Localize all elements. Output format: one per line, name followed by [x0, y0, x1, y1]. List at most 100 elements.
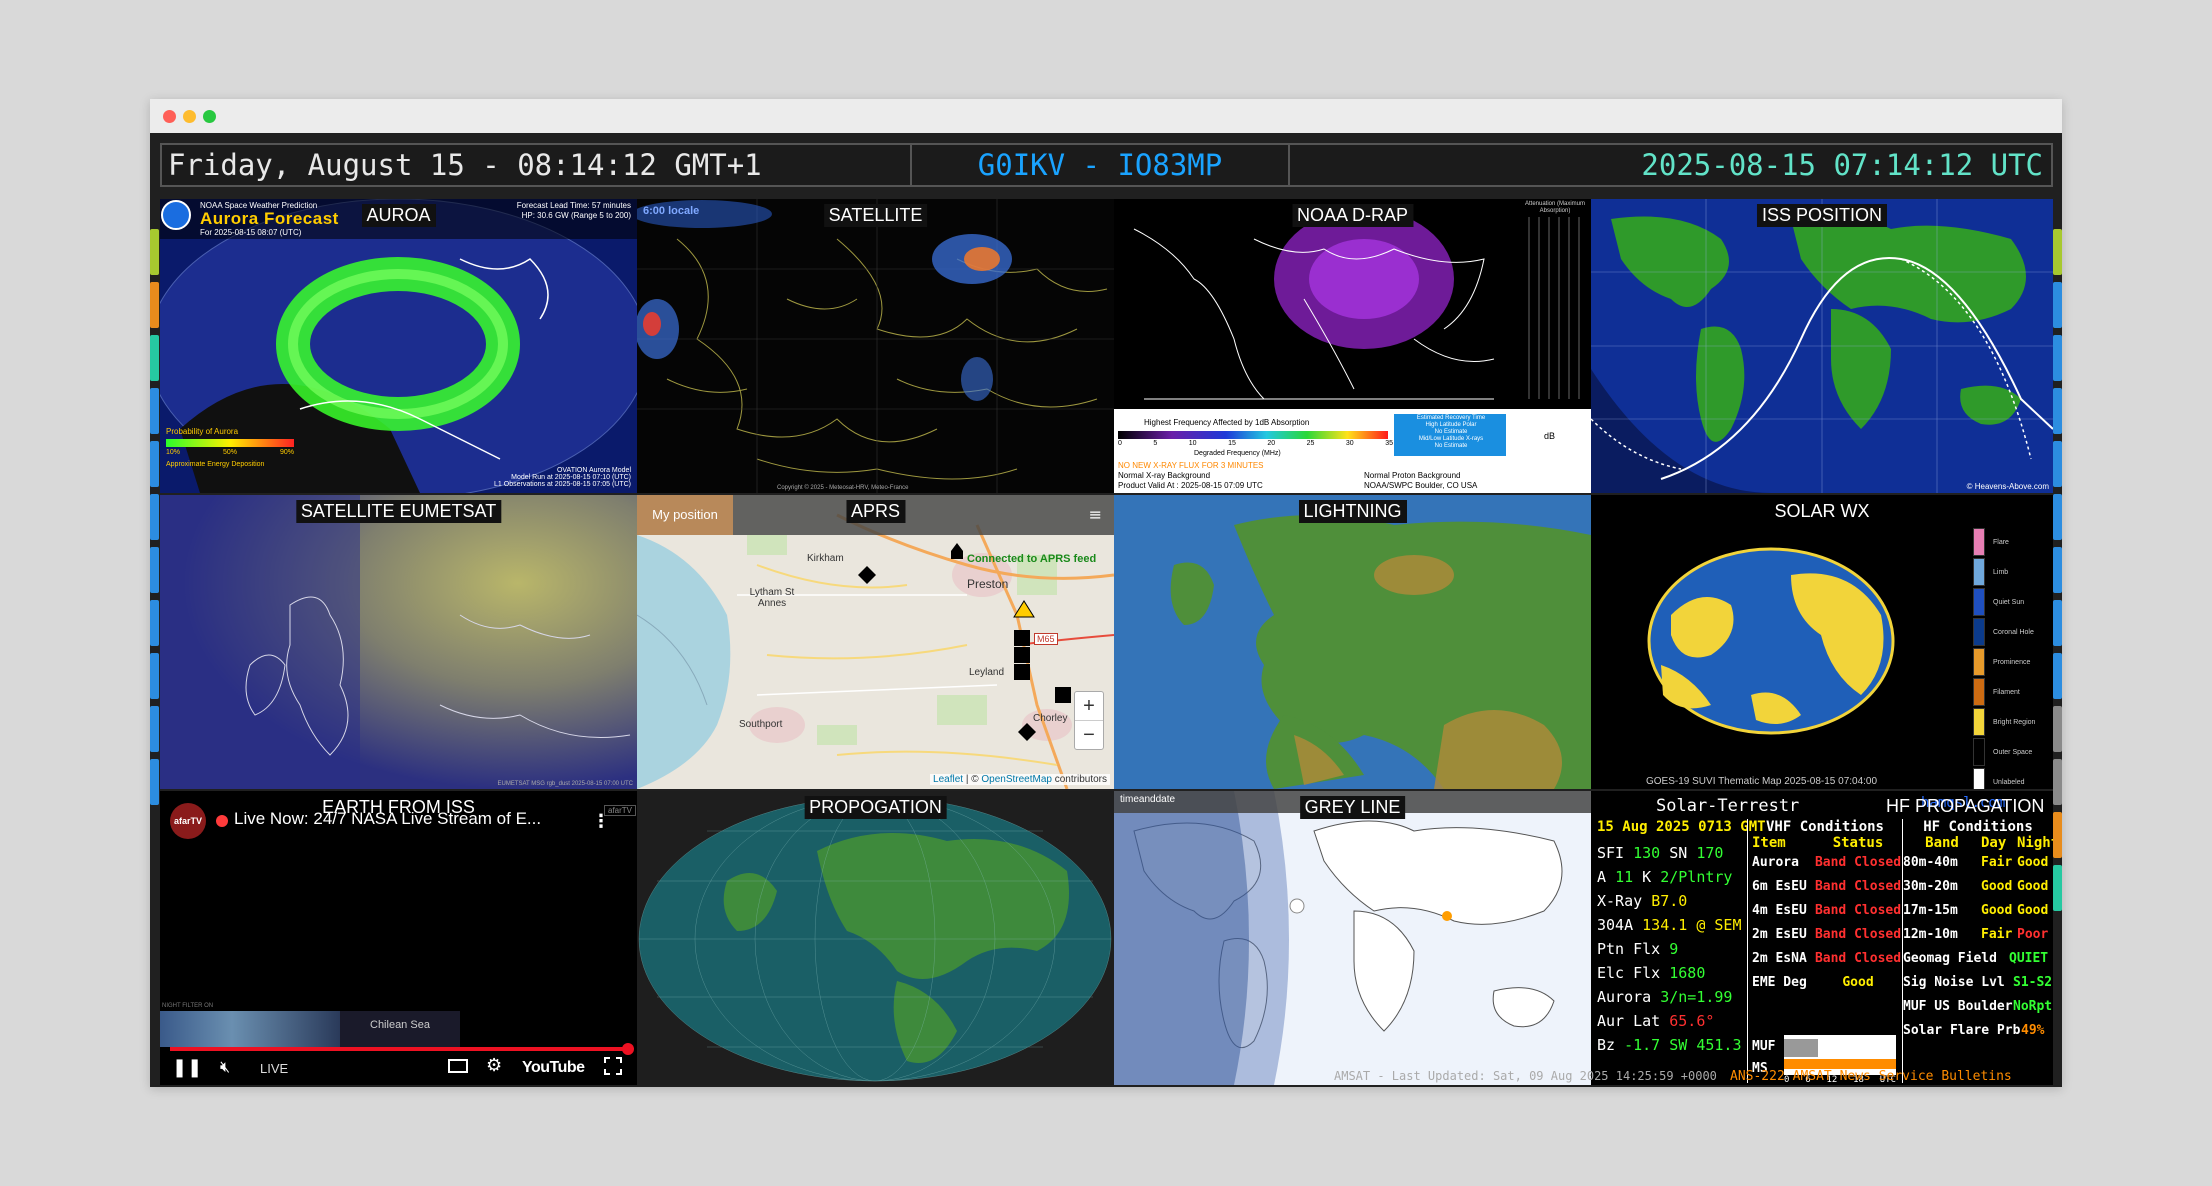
aurora-energy: Approximate Energy Deposition [166, 461, 265, 468]
left-accent-bar [150, 388, 159, 434]
town-label: Lytham St Annes [749, 587, 795, 609]
solar-data-value: 134.1 @ SEM [1642, 916, 1742, 934]
settings-gear-icon[interactable]: ⚙ [486, 1055, 502, 1076]
signoise-label: Sig Noise Lvl [1903, 975, 2005, 990]
subtitles-icon[interactable] [448, 1059, 468, 1073]
right-accent-bar [2053, 759, 2062, 805]
solar-data-value: 11 [1615, 868, 1643, 886]
aurora-prob-title: Probability of Aurora [166, 427, 239, 436]
tile-label: SATELLITE EUMETSAT [295, 500, 502, 523]
minimize-window-button[interactable] [183, 110, 196, 123]
solar-data-value: 1680 [1669, 964, 1706, 982]
night-filter-hint: NIGHT FILTER ON [162, 1003, 214, 1009]
solar-legend-item: Filament [1973, 677, 2053, 707]
vhf-row: 2m EsEU Band Closed [1748, 923, 1902, 947]
vhf-header: Item Status [1748, 835, 1902, 851]
right-accent-bar [2053, 865, 2062, 911]
drap-xray-bg: Normal X-ray Background [1118, 471, 1211, 480]
solar-legend-item: Limb [1973, 557, 2053, 587]
right-accent-bar [2053, 653, 2062, 699]
solar-data-label: 304A [1597, 916, 1643, 934]
vhf-row: 6m EsEU Band Closed [1748, 875, 1902, 899]
callsign-locator: G0IKV - IO83MP [910, 145, 1290, 185]
geomag-label: Geomag Field [1903, 951, 1997, 966]
my-position-button[interactable]: My position [637, 495, 733, 535]
solar-data-value: 3/n=1.99 [1660, 988, 1733, 1006]
tile-solar-wx[interactable]: SOLAR WX Flare Limb Quiet Sun Coronal Hole P… [1591, 495, 2053, 789]
attribution-separator: | © [963, 774, 982, 785]
tile-aurora[interactable]: AUROA NOAA Space Weather Prediction Auro… [160, 199, 637, 493]
left-accent-bar [150, 282, 159, 328]
legend-swatch [1973, 588, 1985, 616]
zoom-out-button[interactable]: − [1075, 721, 1103, 749]
aurora-model-run: Model Run at 2025-08-15 07:10 (UTC) [511, 474, 631, 481]
greyline-map [1114, 791, 1591, 1085]
zoom-in-button[interactable]: + [1075, 692, 1103, 721]
osm-link[interactable]: OpenStreetMap [981, 774, 1052, 785]
muf-boulder-label: MUF US Boulder [1903, 999, 2013, 1014]
tile-label: AUROA [361, 204, 436, 227]
tile-hf-propagation[interactable]: HF PROPAGATION Solar-Terrestr hamqsl.com… [1591, 791, 2053, 1085]
tile-propagation[interactable]: PROPOGATION [637, 791, 1114, 1085]
tile-satellite-eumetsat[interactable]: SATELLITE EUMETSAT EUMETSAT MSG rgb_dust… [160, 495, 637, 789]
tile-iss-position[interactable]: ISS POSITION © Heavens-Above.com [1591, 199, 2053, 493]
close-window-button[interactable] [163, 110, 176, 123]
video-progress-bar[interactable] [170, 1047, 630, 1051]
tile-grey-line[interactable]: timeanddate GREY LINE [1114, 791, 1591, 1085]
muf-boulder-row: MUF US Boulder NoRpt [1903, 995, 2053, 1019]
tile-aprs[interactable]: My position APRS ≡ Connected to APRS fee… [637, 495, 1114, 789]
mute-icon[interactable]: 🔇︎ [220, 1057, 230, 1077]
fullscreen-icon[interactable] [604, 1057, 622, 1075]
lightning-map [1114, 495, 1591, 789]
tile-label: PROPOGATION [804, 796, 947, 819]
tile-earth-from-iss[interactable]: EARTH FROM ISS afarTV Live Now: 24/7 NAS… [160, 791, 637, 1085]
tile-noaa-drap[interactable]: NOAA D-RAP Attenuation (Maximum Absorpti… [1114, 199, 1591, 493]
legend-swatch [1973, 768, 1985, 789]
aurora-prob-ticks: 10% 50% 90% [166, 449, 294, 456]
tile-label: GREY LINE [1299, 796, 1406, 819]
tile-satellite[interactable]: SATELLITE 6:00 locale Copyright © 2025 -… [637, 199, 1114, 493]
satellite-map [637, 199, 1114, 493]
aprs-menu-icon[interactable]: ≡ [1089, 505, 1102, 524]
solar-data-list: SFI 130 SN 170 A 11 K 2/Plntry X-Ray B7.… [1597, 841, 1747, 1057]
aprs-connection-status: Connected to APRS feed [967, 553, 1097, 565]
solar-data-row: Bz -1.7 SW 451.3 [1597, 1033, 1747, 1057]
channel-watermark: afarTV [604, 805, 637, 816]
drap-db-unit: dB [1544, 431, 1556, 441]
youtube-logo[interactable]: YouTube [522, 1059, 585, 1077]
vhf-status: Band Closed [1814, 855, 1902, 870]
aurora-title: Aurora Forecast [200, 209, 339, 228]
thumbnail-place: Chilean Sea [370, 1019, 430, 1031]
channel-avatar[interactable]: afarTV [170, 803, 206, 839]
hf-band-row: 12m-10m Fair Poor [1903, 923, 2053, 947]
progress-scrubber[interactable] [622, 1043, 634, 1055]
road-shield: M65 [1034, 633, 1058, 645]
drap-no-estimate: No Estimate [1434, 429, 1468, 435]
solar-data-row: Aurora 3/n=1.99 [1597, 985, 1747, 1009]
solar-data-label: SFI [1597, 844, 1634, 862]
maximize-window-button[interactable] [203, 110, 216, 123]
vhf-status: Band Closed [1814, 951, 1902, 966]
tile-lightning[interactable]: LIGHTNING [1114, 495, 1591, 789]
hf-night: Good [2017, 855, 2049, 870]
solar-caption: GOES-19 SUVI Thematic Map 2025-08-15 07:… [1646, 776, 1878, 787]
solar-data-value: 9 [1669, 940, 1679, 958]
pause-icon[interactable]: ❚❚ [172, 1057, 202, 1078]
solar-data-label: X-Ray [1597, 892, 1652, 910]
solar-data-label: Aur Lat [1597, 1012, 1670, 1030]
ans-bulletin-ticker[interactable]: ANS-222 AMSAT News Service Bulletins [1730, 1069, 2012, 1084]
left-accent-bar [150, 494, 159, 540]
map-attribution: Leaflet | © OpenStreetMap contributors [930, 774, 1110, 785]
legend-swatch [1973, 528, 1985, 556]
vhf-row: 4m EsEU Band Closed [1748, 899, 1902, 923]
drap-degraded-freq: Degraded Frequency (MHz) [1194, 450, 1281, 457]
right-accent-bar [2053, 229, 2062, 275]
solar-data-value: 170 [1696, 844, 1724, 862]
browser-window: Friday, August 15 - 08:14:12 GMT+1 G0IKV… [150, 99, 2062, 1087]
drap-tick: 15 [1228, 440, 1236, 447]
leaflet-link[interactable]: Leaflet [933, 774, 963, 785]
legend-swatch [1973, 678, 1985, 706]
legend-swatch [1973, 618, 1985, 646]
drap-tick: 35 [1385, 440, 1393, 447]
hf-band: 80m-40m [1903, 855, 1958, 870]
